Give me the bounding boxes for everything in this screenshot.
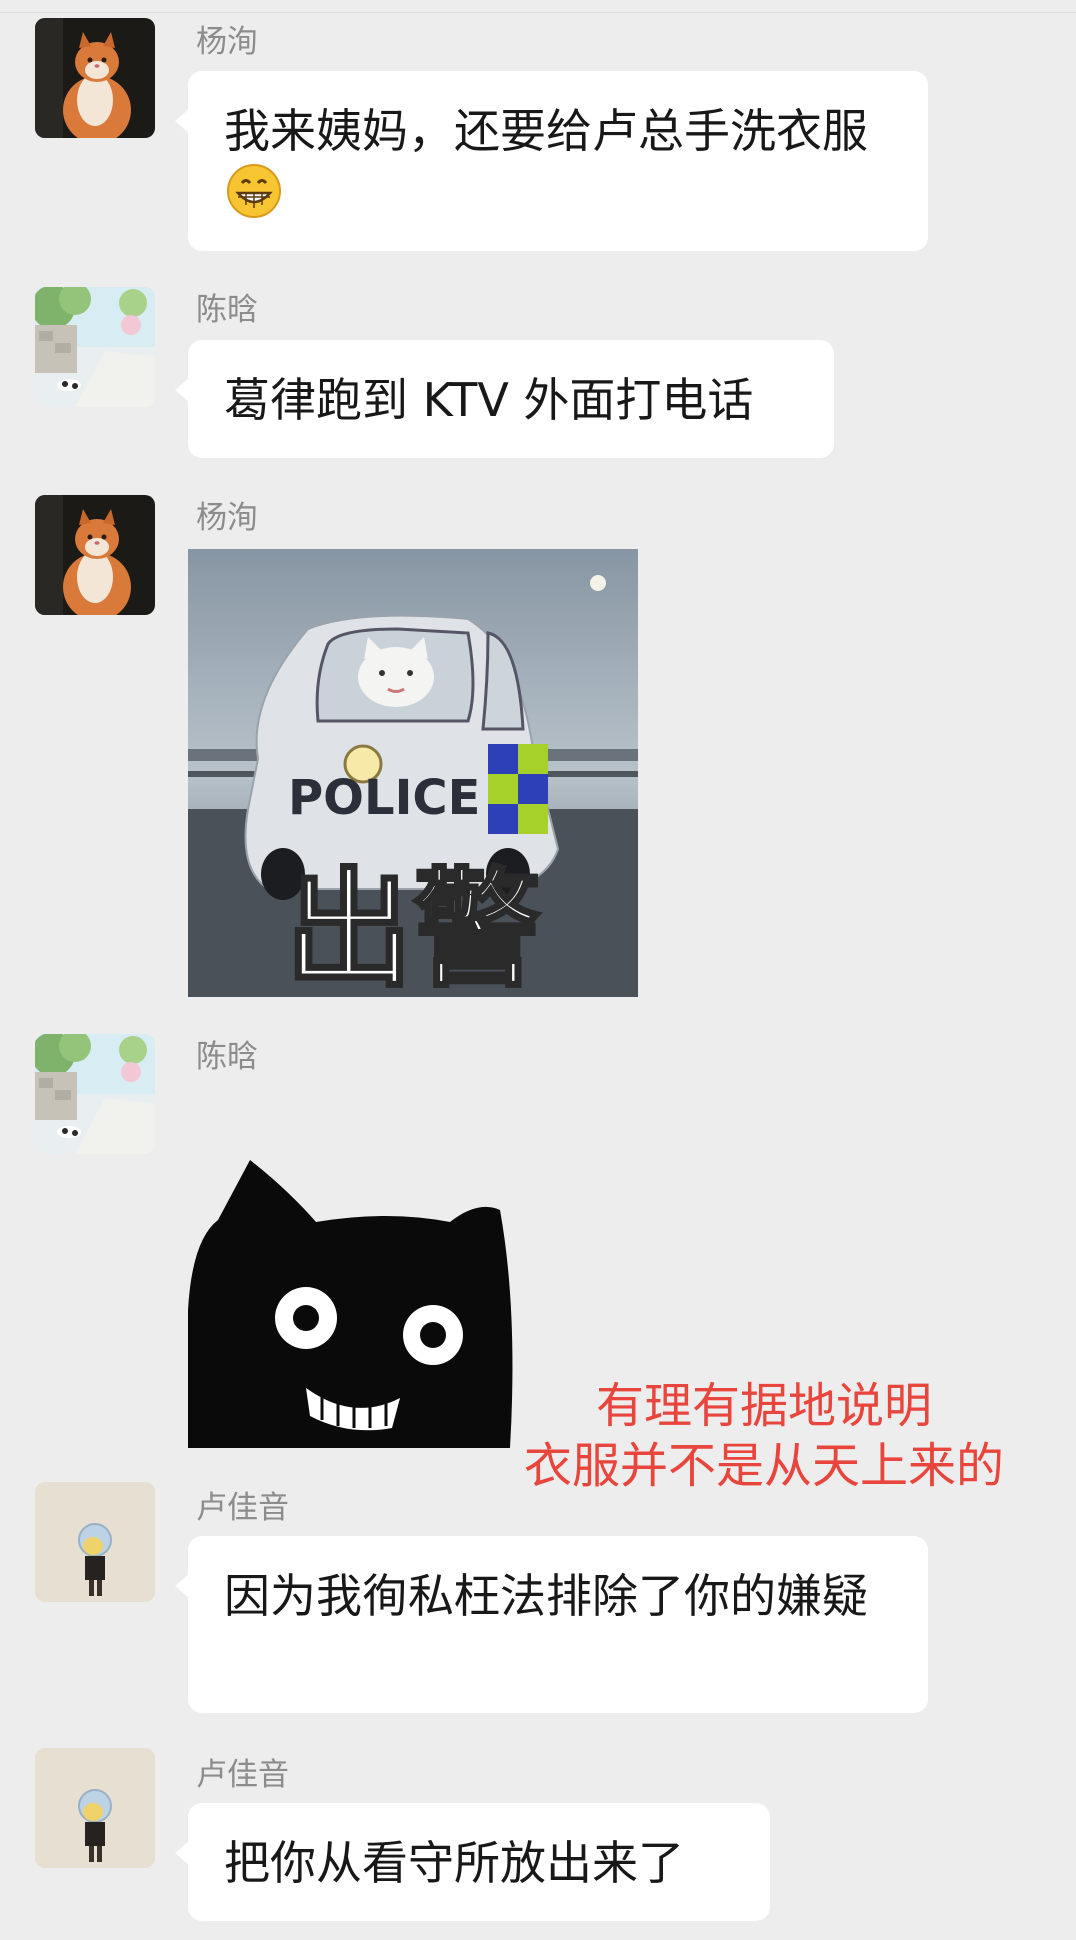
sticker-caption: 出警: [285, 856, 541, 997]
avatar-cat[interactable]: [35, 495, 155, 615]
avatar-landscape[interactable]: [35, 1034, 155, 1154]
top-divider: [0, 12, 1076, 13]
message-bubble[interactable]: 因为我徇私枉法排除了你的嫌疑: [175, 1536, 928, 1713]
avatar-landscape[interactable]: [35, 287, 155, 407]
avatar-cat[interactable]: [35, 18, 155, 138]
girl-figure-avatar-icon: [35, 1748, 155, 1868]
message-bubble[interactable]: 我来姨妈，还要给卢总手洗衣服: [175, 71, 928, 251]
sender-name: 陈晗: [196, 292, 258, 328]
orange-cat-avatar-icon: [35, 18, 155, 138]
girl-figure-avatar-icon: [35, 1482, 155, 1602]
message-text: 我来姨妈，还要给卢总手洗衣服: [224, 104, 868, 158]
police-car-cat-sticker-icon: POLICE 出警: [188, 549, 638, 997]
grinning-face-icon: [226, 163, 282, 219]
message-text: 把你从看守所放出来了: [224, 1836, 684, 1890]
message-text: 葛律跑到 KTV 外面打电话: [224, 373, 754, 427]
annotation-line-1: 有理有据地说明: [595, 1378, 932, 1434]
sender-name: 卢佳音: [196, 1757, 289, 1793]
garden-path-avatar-icon: [35, 1034, 155, 1154]
orange-cat-avatar-icon: [35, 495, 155, 615]
sender-name: 陈晗: [196, 1039, 258, 1075]
sender-name: 杨洵: [196, 24, 258, 60]
police-logo-text: POLICE: [288, 770, 480, 826]
avatar-girl[interactable]: [35, 1482, 155, 1602]
message-text: 因为我徇私枉法排除了你的嫌疑: [224, 1569, 868, 1623]
avatar-girl[interactable]: [35, 1748, 155, 1868]
annotation-text: 有理有据地说明 衣服并不是从天上来的: [484, 1376, 1044, 1496]
grinning-black-cat-sticker-icon: [188, 1160, 513, 1448]
sender-name: 杨洵: [196, 500, 258, 536]
sender-name: 卢佳音: [196, 1490, 289, 1526]
sticker-image[interactable]: POLICE 出警: [188, 549, 638, 997]
message-bubble[interactable]: 葛律跑到 KTV 外面打电话: [175, 340, 834, 458]
annotation-line-2: 衣服并不是从天上来的: [523, 1438, 1004, 1494]
garden-path-avatar-icon: [35, 287, 155, 407]
sticker-image[interactable]: [188, 1160, 528, 1448]
message-bubble[interactable]: 把你从看守所放出来了: [175, 1803, 770, 1921]
